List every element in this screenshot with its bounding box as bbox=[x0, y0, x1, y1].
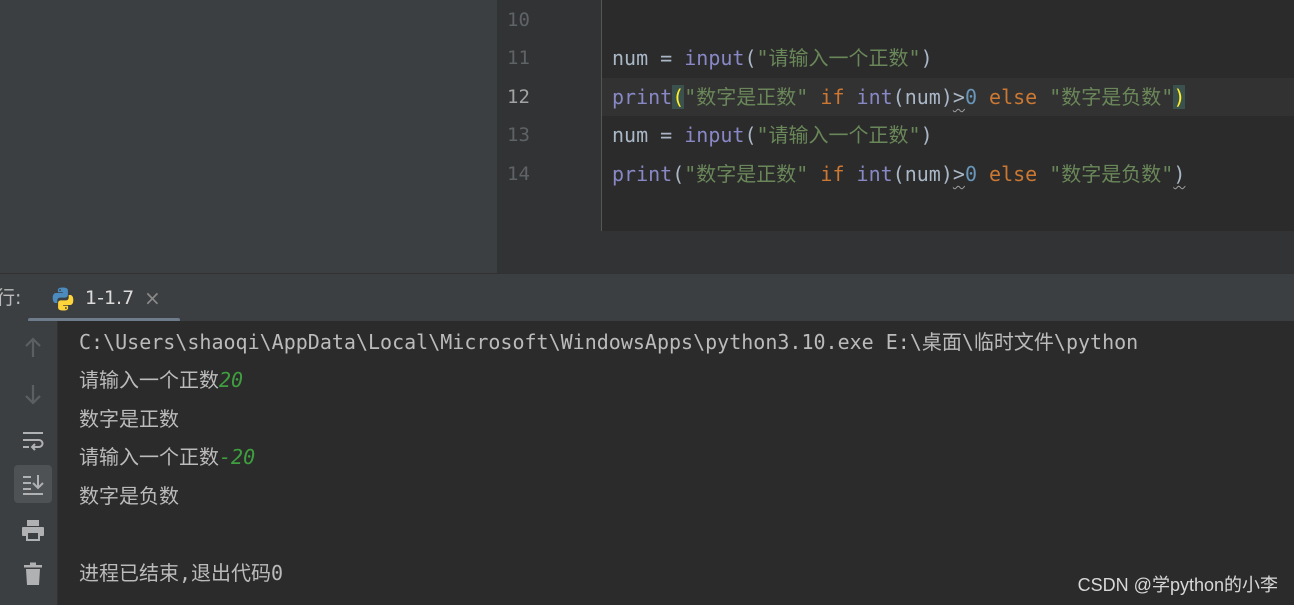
open-paren: ( bbox=[672, 162, 685, 186]
console-line: 数字是负数 bbox=[79, 484, 179, 508]
run-tool-window-header: 行: 1-1.7 × bbox=[0, 273, 1294, 322]
argument-token: (num) bbox=[892, 162, 953, 186]
line-number: 10 bbox=[507, 9, 530, 31]
line-number-gutter: 10 11 12 13 14 bbox=[497, 0, 602, 231]
project-panel-area bbox=[0, 0, 497, 273]
close-paren: ) bbox=[1173, 162, 1186, 186]
code-line-11[interactable]: num = input("请输入一个正数") bbox=[602, 39, 1294, 77]
variable-token: num bbox=[612, 123, 649, 147]
comparison-operator: > bbox=[952, 162, 965, 186]
code-line-13[interactable]: num = input("请输入一个正数") bbox=[602, 116, 1294, 154]
console-line: 请输入一个正数20 bbox=[79, 361, 243, 399]
line-number: 13 bbox=[507, 124, 530, 146]
string-literal: "数字是正数" bbox=[684, 162, 809, 186]
builtin-function-token: int bbox=[856, 162, 893, 186]
matched-close-paren: ) bbox=[1173, 85, 1186, 109]
open-paren: ( bbox=[744, 123, 757, 147]
soft-wrap-icon[interactable] bbox=[14, 421, 52, 459]
close-icon[interactable]: × bbox=[144, 274, 161, 322]
close-paren: ) bbox=[920, 46, 933, 70]
string-literal: "数字是正数" bbox=[684, 85, 809, 109]
keyword-if: if bbox=[820, 85, 845, 109]
run-tab-label: 1-1.7 bbox=[85, 287, 135, 309]
input-prompt: 请输入一个正数 bbox=[79, 445, 219, 469]
code-line-14[interactable]: print("数字是正数" if int(num)>0 else "数字是负数"… bbox=[602, 155, 1294, 193]
line-number: 14 bbox=[507, 163, 530, 185]
arrow-up-icon[interactable] bbox=[14, 329, 52, 367]
string-literal: "数字是负数" bbox=[1049, 162, 1174, 186]
builtin-function-token: int bbox=[856, 85, 893, 109]
watermark: CSDN @学python的小李 bbox=[1077, 575, 1278, 595]
number-literal: 0 bbox=[964, 162, 977, 186]
string-literal: "请输入一个正数" bbox=[756, 123, 921, 147]
trash-icon[interactable] bbox=[14, 555, 52, 593]
console-line: 数字是正数 bbox=[79, 407, 179, 431]
print-icon[interactable] bbox=[14, 511, 52, 549]
argument-token: (num) bbox=[892, 85, 953, 109]
assign-operator: = bbox=[648, 46, 685, 70]
builtin-function-token: input bbox=[684, 46, 745, 70]
comparison-operator: > bbox=[952, 85, 965, 109]
console-line: 请输入一个正数-20 bbox=[79, 438, 255, 476]
arrow-down-icon[interactable] bbox=[14, 375, 52, 413]
process-exit-message: 进程已结束,退出代码0 bbox=[79, 561, 284, 585]
ide-window: 10 11 12 13 14 num = input("请输入一个正数") pr… bbox=[0, 0, 1294, 605]
matched-open-paren: ( bbox=[672, 85, 685, 109]
code-editor[interactable]: 10 11 12 13 14 num = input("请输入一个正数") pr… bbox=[497, 0, 1294, 231]
run-toolbar bbox=[0, 321, 58, 605]
run-panel-title: 行: bbox=[0, 287, 22, 309]
builtin-function-token: print bbox=[612, 85, 673, 109]
editor-empty-area bbox=[497, 231, 1294, 273]
builtin-function-token: print bbox=[612, 162, 673, 186]
code-line-12-current[interactable]: print("数字是正数" if int(num)>0 else "数字是负数"… bbox=[602, 78, 1294, 116]
console-command-line: C:\Users\shaoqi\AppData\Local\Microsoft\… bbox=[79, 330, 1139, 354]
user-input-value: 20 bbox=[219, 368, 244, 392]
number-literal: 0 bbox=[964, 85, 977, 109]
assign-operator: = bbox=[648, 123, 685, 147]
run-config-tab[interactable]: 1-1.7 × bbox=[28, 274, 180, 322]
input-prompt: 请输入一个正数 bbox=[79, 368, 219, 392]
keyword-else: else bbox=[989, 85, 1038, 109]
string-literal: "数字是负数" bbox=[1049, 85, 1174, 109]
keyword-if: if bbox=[820, 162, 845, 186]
line-number-current: 12 bbox=[507, 86, 530, 108]
python-icon bbox=[52, 287, 74, 311]
open-paren: ( bbox=[744, 46, 757, 70]
user-input-value: -20 bbox=[219, 445, 256, 469]
line-number: 11 bbox=[507, 47, 530, 69]
keyword-else: else bbox=[989, 162, 1038, 186]
variable-token: num bbox=[612, 46, 649, 70]
string-literal: "请输入一个正数" bbox=[756, 46, 921, 70]
scroll-to-end-icon[interactable] bbox=[14, 465, 52, 503]
console-output[interactable]: C:\Users\shaoqi\AppData\Local\Microsoft\… bbox=[58, 321, 1294, 605]
close-paren: ) bbox=[920, 123, 933, 147]
builtin-function-token: input bbox=[684, 123, 745, 147]
